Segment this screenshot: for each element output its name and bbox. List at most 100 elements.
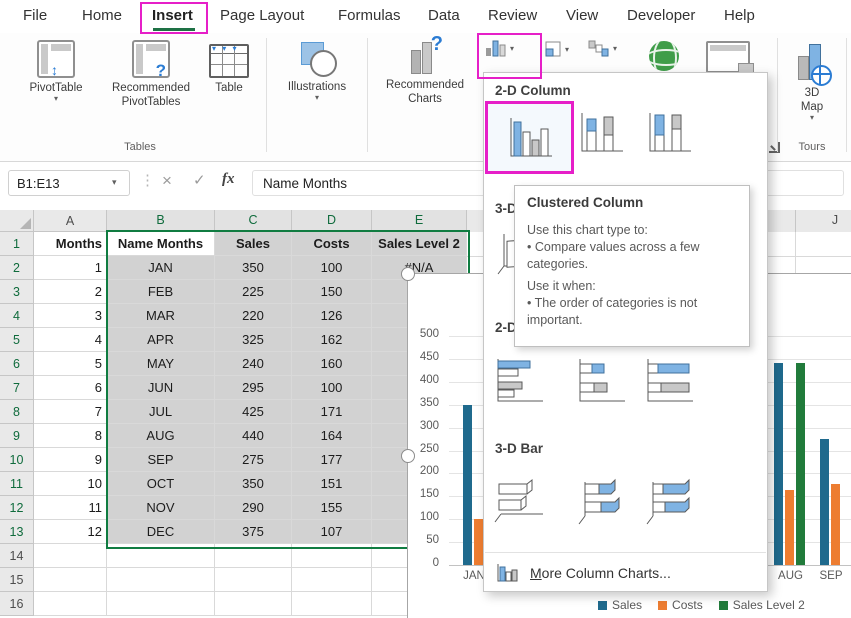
cell[interactable]: JUN (107, 376, 215, 400)
stacked-100-column-option[interactable] (638, 103, 700, 163)
row-header[interactable]: 2 (0, 256, 34, 280)
cell[interactable]: Sales Level 2 (372, 232, 467, 256)
tab-view[interactable]: View (566, 7, 598, 24)
row-header[interactable]: 7 (0, 376, 34, 400)
cell[interactable]: 440 (215, 424, 292, 448)
cell[interactable]: 3 (34, 304, 107, 328)
row-header[interactable]: 6 (0, 352, 34, 376)
3d-map-button[interactable]: 3D Map ▾ (782, 38, 842, 122)
cell[interactable] (34, 568, 107, 592)
clustered-column-option[interactable] (485, 101, 574, 174)
cell[interactable]: SEP (107, 448, 215, 472)
tab-data[interactable]: Data (428, 7, 460, 24)
cell[interactable]: APR (107, 328, 215, 352)
cell[interactable] (34, 592, 107, 616)
cell[interactable] (292, 592, 372, 616)
cell[interactable]: 8 (34, 424, 107, 448)
cell[interactable]: AUG (107, 424, 215, 448)
insert-waterfall-chart-button[interactable]: ▾ (588, 39, 617, 57)
cell[interactable]: OCT (107, 472, 215, 496)
stacked-bar-option[interactable] (570, 351, 632, 411)
col-header-a[interactable]: A (34, 210, 107, 232)
enter-icon[interactable]: ✓ (193, 171, 206, 189)
cell[interactable]: FEB (107, 280, 215, 304)
cell[interactable]: 164 (292, 424, 372, 448)
cell[interactable]: 240 (215, 352, 292, 376)
row-header[interactable]: 3 (0, 280, 34, 304)
cell[interactable]: 4 (34, 328, 107, 352)
cell[interactable]: 6 (34, 376, 107, 400)
cell[interactable]: 155 (292, 496, 372, 520)
cell[interactable] (107, 544, 215, 568)
tab-home[interactable]: Home (82, 7, 122, 24)
cell[interactable]: JUL (107, 400, 215, 424)
col-header-e[interactable]: E (372, 210, 467, 232)
cell[interactable] (215, 544, 292, 568)
table-button[interactable]: Table (198, 40, 260, 95)
row-header[interactable]: 8 (0, 400, 34, 424)
row-header[interactable]: 10 (0, 448, 34, 472)
tab-help[interactable]: Help (724, 7, 755, 24)
stacked-column-option[interactable] (570, 103, 632, 163)
row-header[interactable]: 1 (0, 232, 34, 256)
tab-review[interactable]: Review (488, 7, 537, 24)
insert-map-button[interactable] (649, 41, 679, 71)
col-header-c[interactable]: C (215, 210, 292, 232)
cell[interactable]: JAN (107, 256, 215, 280)
cell[interactable]: 220 (215, 304, 292, 328)
cell[interactable]: 5 (34, 352, 107, 376)
cell[interactable]: 295 (215, 376, 292, 400)
cell[interactable]: 171 (292, 400, 372, 424)
row-header[interactable]: 16 (0, 592, 34, 616)
cell[interactable]: 9 (34, 448, 107, 472)
3d-stacked-bar-option[interactable] (570, 471, 632, 531)
cell[interactable] (292, 544, 372, 568)
recommended-charts-button[interactable]: ? Recommended Charts (372, 40, 478, 106)
cell[interactable]: 350 (215, 256, 292, 280)
cell[interactable]: 100 (292, 256, 372, 280)
clustered-bar-option[interactable] (488, 351, 550, 411)
row-header[interactable]: 11 (0, 472, 34, 496)
row-header[interactable]: 5 (0, 328, 34, 352)
cell[interactable] (215, 592, 292, 616)
cell[interactable]: 126 (292, 304, 372, 328)
pivottable-button[interactable]: ↕ PivotTable ▾ (18, 40, 94, 103)
cell[interactable]: 290 (215, 496, 292, 520)
pivotchart-button[interactable] (706, 41, 750, 73)
cell[interactable]: 325 (215, 328, 292, 352)
cell[interactable] (215, 568, 292, 592)
row-header[interactable]: 14 (0, 544, 34, 568)
charts-dialog-launcher-icon[interactable] (769, 142, 780, 153)
cell[interactable]: MAR (107, 304, 215, 328)
tab-file[interactable]: File (23, 7, 47, 24)
chart-resize-handle[interactable] (401, 449, 415, 463)
cell[interactable]: Sales (215, 232, 292, 256)
cell[interactable]: MAY (107, 352, 215, 376)
cell[interactable]: DEC (107, 520, 215, 544)
cell[interactable]: 100 (292, 376, 372, 400)
3d-clustered-bar-option[interactable] (488, 471, 550, 531)
cell[interactable]: 1 (34, 256, 107, 280)
cell[interactable]: 177 (292, 448, 372, 472)
tab-developer[interactable]: Developer (627, 7, 695, 24)
row-header[interactable]: 12 (0, 496, 34, 520)
select-all-corner[interactable] (0, 210, 34, 232)
cell[interactable] (292, 568, 372, 592)
cell[interactable] (107, 568, 215, 592)
cell[interactable]: 107 (292, 520, 372, 544)
cancel-icon[interactable]: × (162, 171, 172, 191)
insert-function-icon[interactable]: fx (222, 171, 235, 188)
cell[interactable]: 7 (34, 400, 107, 424)
cell[interactable]: 12 (34, 520, 107, 544)
more-column-charts-item[interactable]: More Column Charts... (484, 556, 767, 590)
cell[interactable]: 375 (215, 520, 292, 544)
cell[interactable]: 275 (215, 448, 292, 472)
tab-page-layout[interactable]: Page Layout (220, 7, 304, 24)
cell[interactable]: 151 (292, 472, 372, 496)
stacked-100-bar-option[interactable] (638, 351, 700, 411)
chart-resize-handle[interactable] (401, 267, 415, 281)
col-header-b[interactable]: B (107, 210, 215, 232)
cell[interactable] (34, 544, 107, 568)
cell[interactable]: 11 (34, 496, 107, 520)
row-header[interactable]: 15 (0, 568, 34, 592)
